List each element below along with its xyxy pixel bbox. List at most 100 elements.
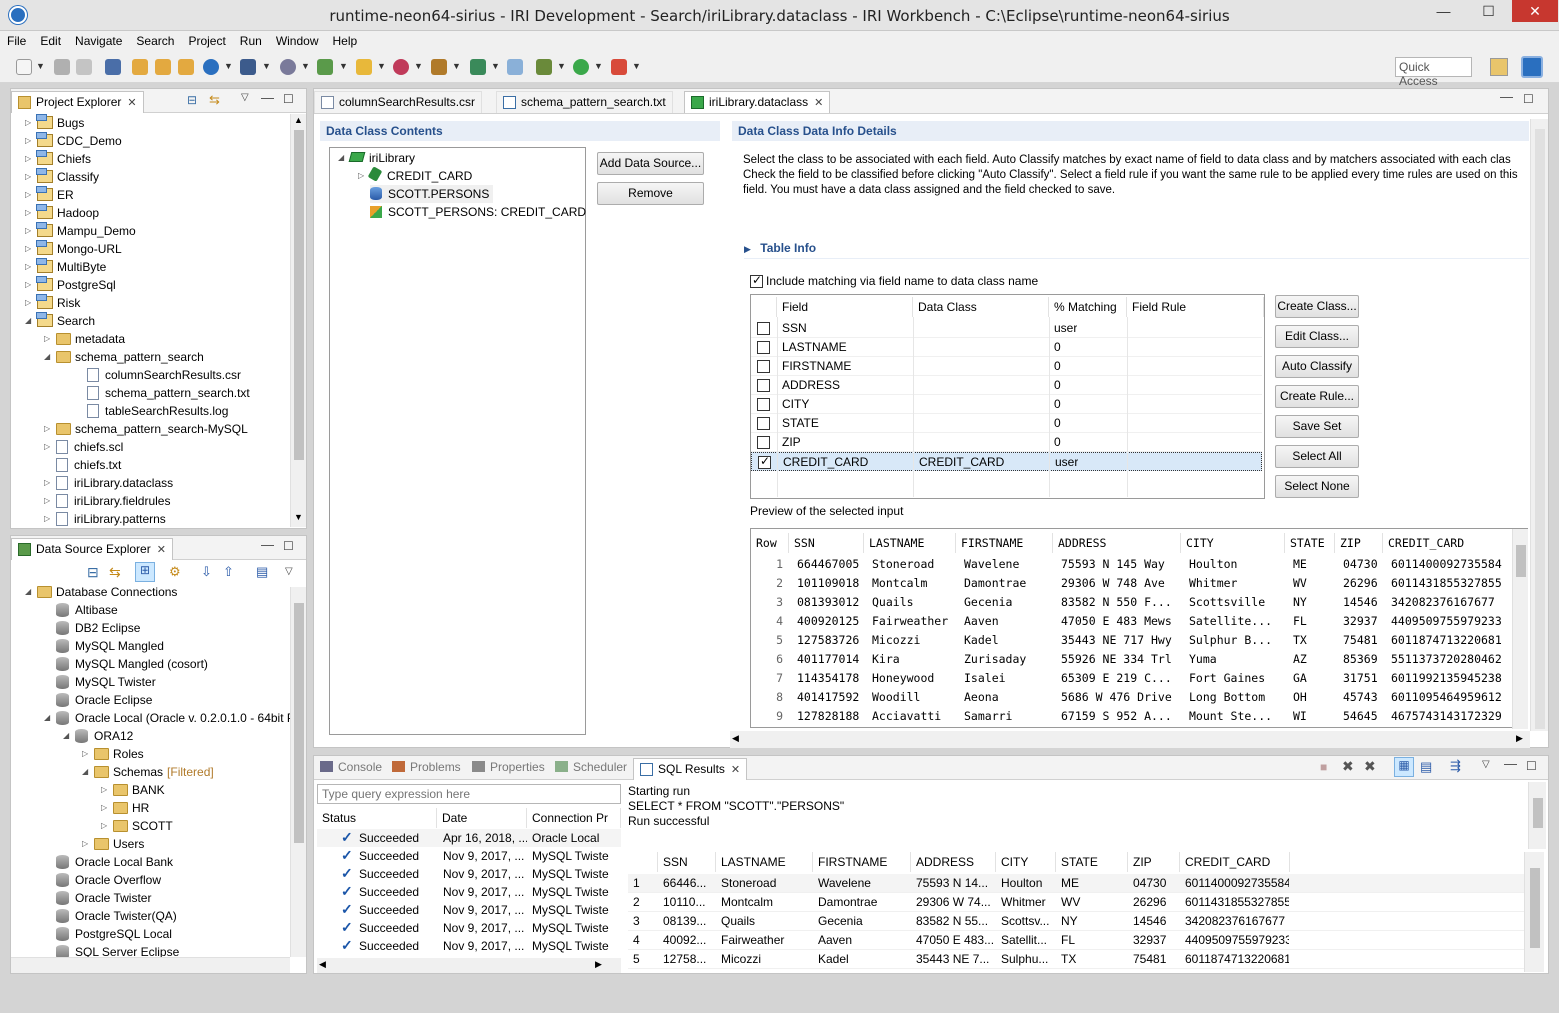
expand-toggle-icon[interactable]: ▷ — [44, 474, 56, 492]
project-tree-item[interactable]: ▷ PostgreSql — [25, 276, 116, 294]
history-row[interactable]: ✓ Succeeded Nov 9, 2017, ... MySQL Twiste — [317, 937, 621, 955]
expand-toggle-icon[interactable]: ▷ — [44, 438, 56, 456]
data-source-tree-item[interactable]: Oracle Overflow — [44, 871, 161, 889]
save-set-button[interactable]: Save Set — [1275, 415, 1359, 438]
field-checkbox[interactable] — [757, 379, 770, 392]
log-scrollbar[interactable] — [1528, 782, 1546, 849]
maximize-view-icon[interactable]: ☐ — [283, 539, 294, 553]
preview-header[interactable]: CREDIT_CARD — [1383, 533, 1527, 553]
field-row[interactable]: ZIP 0 — [751, 433, 1262, 452]
project-tree-item[interactable]: ◢ schema_pattern_search — [44, 348, 204, 366]
data-icon[interactable] — [317, 59, 333, 75]
expand-toggle-icon[interactable]: ▷ — [44, 420, 56, 438]
field-row[interactable]: ADDRESS 0 — [751, 376, 1262, 395]
close-button[interactable]: ✕ — [1512, 0, 1558, 22]
preview-header[interactable]: ZIP — [1335, 533, 1383, 553]
tab-properties[interactable]: Properties — [472, 760, 545, 774]
project-tree-item[interactable]: ▷ Mongo-URL — [25, 240, 122, 258]
expand-toggle-icon[interactable]: ▷ — [82, 745, 94, 763]
field-table-header[interactable]: Data Class — [913, 297, 1049, 317]
field-checkbox[interactable]: ✓ — [758, 454, 771, 469]
history-header[interactable]: Status — [317, 808, 437, 828]
expand-toggle-icon[interactable]: ◢ — [44, 709, 56, 727]
preview-header[interactable]: FIRSTNAME — [956, 533, 1053, 553]
data-source-tree-item[interactable]: MySQL Mangled (cosort) — [44, 655, 208, 673]
scroll-down-icon[interactable]: ▼ — [294, 512, 303, 522]
minimize-view-icon[interactable]: — — [261, 90, 274, 105]
tools-icon[interactable] — [393, 59, 409, 75]
collapse-all-icon[interactable]: ⊟ — [87, 564, 99, 581]
iri-icon[interactable] — [203, 59, 219, 75]
data-source-tree-item[interactable]: ◢ Schemas [Filtered] — [82, 763, 214, 781]
open-perspective-icon[interactable] — [1490, 58, 1508, 76]
table-info-section[interactable]: ▶ Table Info — [744, 241, 1529, 259]
expand-toggle-icon[interactable]: ▷ — [44, 492, 56, 510]
field-row[interactable]: ✓ CREDIT_CARD CREDIT_CARD user — [751, 452, 1262, 471]
shield-icon[interactable] — [356, 59, 372, 75]
job-icon[interactable] — [431, 59, 447, 75]
remove-all-icon[interactable]: ✖ — [1364, 758, 1376, 775]
preview-hscrollbar[interactable]: ◀ ▶ — [730, 731, 1530, 748]
expand-toggle-icon[interactable]: ▷ — [101, 817, 113, 835]
menu-window[interactable]: Window — [269, 31, 326, 48]
wizard-icon[interactable] — [240, 59, 256, 75]
menu-search[interactable]: Search — [129, 31, 181, 48]
remove-button[interactable]: Remove — [597, 182, 704, 205]
scrollbar-thumb[interactable] — [1530, 868, 1540, 948]
project-tree-item[interactable]: ▷ Mampu_Demo — [25, 222, 136, 240]
details-scrollbar[interactable] — [1530, 119, 1548, 731]
result-header[interactable]: CREDIT_CARD — [1180, 852, 1290, 872]
history-header[interactable]: Connection Pr — [527, 808, 621, 828]
data-source-tree-item[interactable]: ◢ Database Connections — [25, 583, 177, 601]
project-tree-item[interactable]: ▷ ER — [25, 186, 74, 204]
create-class-button[interactable]: Create Class... — [1275, 295, 1359, 318]
result-header[interactable] — [628, 852, 658, 872]
menu-run[interactable]: Run — [233, 31, 269, 48]
close-icon[interactable]: ✕ — [157, 544, 166, 556]
data-source-tree-item[interactable]: ▷ SCOTT — [101, 817, 173, 835]
grid-view-icon[interactable]: ▦ — [1394, 757, 1414, 777]
select-none-button[interactable]: Select None — [1275, 475, 1359, 498]
data-source-tree-item[interactable]: ◢ Oracle Local (Oracle v. 0.2.0.1.0 - 64b… — [44, 709, 299, 727]
close-icon[interactable]: ✕ — [127, 97, 136, 109]
preview-header[interactable]: CITY — [1181, 533, 1285, 553]
close-icon[interactable]: ✕ — [731, 764, 740, 776]
result-header[interactable]: STATE — [1056, 852, 1128, 872]
preview-header[interactable]: LASTNAME — [864, 533, 956, 553]
history-row[interactable]: ✓ Succeeded Nov 9, 2017, ... MySQL Twiste — [317, 865, 621, 883]
expand-toggle-icon[interactable]: ◢ — [25, 583, 37, 601]
data-source-tree-item[interactable]: MySQL Twister — [44, 673, 156, 691]
import-icon[interactable] — [155, 59, 171, 75]
edit-class-button[interactable]: Edit Class... — [1275, 325, 1359, 348]
maximize-button[interactable]: ☐ — [1466, 0, 1511, 22]
tab-column-search-results[interactable]: columnSearchResults.csr — [314, 91, 483, 113]
view-menu-icon[interactable]: ▽ — [241, 92, 249, 103]
expand-toggle-icon[interactable]: ◢ — [44, 348, 56, 366]
project-tree-item[interactable]: ▷ Bugs — [25, 114, 84, 132]
expand-toggle-icon[interactable]: ◢ — [63, 727, 75, 745]
menu-edit[interactable]: Edit — [33, 31, 68, 48]
expand-toggle-icon[interactable]: ◢ — [82, 763, 94, 781]
tab-schema-pattern-search[interactable]: schema_pattern_search.txt — [496, 91, 673, 113]
menu-help[interactable]: Help — [326, 31, 365, 48]
quick-access-input[interactable]: Quick Access — [1395, 57, 1472, 88]
data-source-tree-item[interactable]: ▷ Users — [82, 835, 144, 853]
project-tree-item[interactable]: ▷ metadata — [44, 330, 125, 348]
project-tree-item[interactable]: schema_pattern_search.txt — [75, 384, 250, 402]
field-table-header[interactable]: Field — [777, 297, 913, 317]
maximize-editor-icon[interactable]: ☐ — [1523, 92, 1534, 106]
field-row[interactable]: LASTNAME 0 — [751, 338, 1262, 357]
run-icon[interactable] — [573, 59, 589, 75]
tree-node-irilibrary[interactable]: ◢ iriLibrary — [338, 149, 415, 167]
menu-project[interactable]: Project — [181, 31, 232, 48]
link-editor-icon[interactable]: ⇆ — [209, 92, 220, 108]
save-icon[interactable]: ▤ — [256, 564, 268, 580]
scrollbar-thumb[interactable] — [294, 130, 304, 460]
iri-perspective-icon[interactable] — [1521, 56, 1543, 78]
result-scrollbar[interactable] — [1524, 852, 1544, 972]
result-row[interactable]: 5 12758... Micozzi Kadel 35443 NE 7... Sulphu… — [628, 950, 1524, 969]
transform-icon[interactable] — [507, 59, 523, 75]
project-tree-item[interactable]: ▷ Chiefs — [25, 150, 91, 168]
new-icon[interactable] — [16, 59, 32, 75]
link-icon[interactable]: ⇆ — [109, 564, 121, 581]
